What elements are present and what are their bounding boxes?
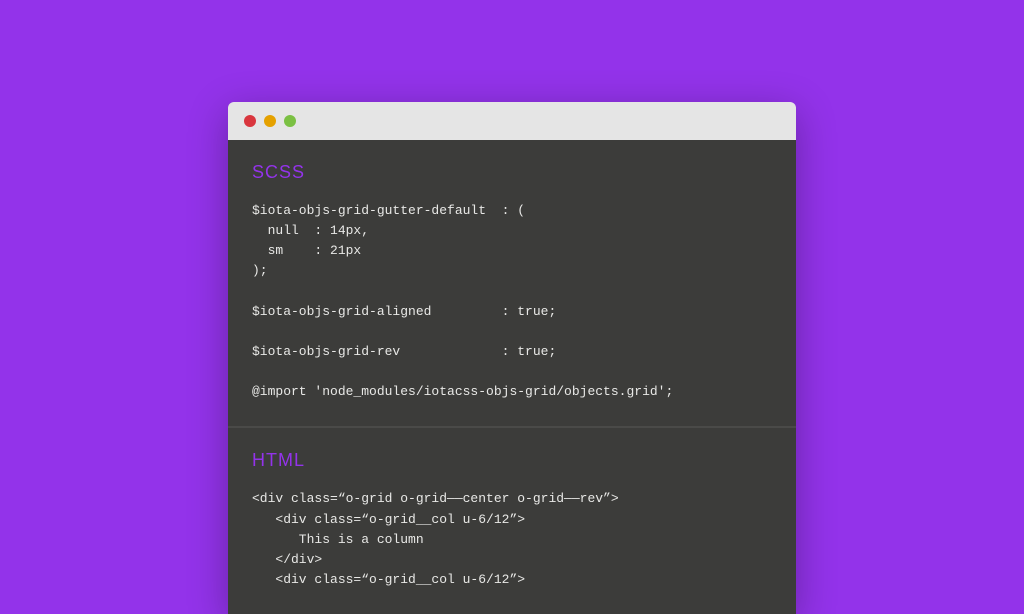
window-titlebar [228, 102, 796, 140]
code-window: SCSS $iota-objs-grid-gutter-default : ( … [228, 102, 796, 614]
close-icon[interactable] [244, 115, 256, 127]
html-panel: HTML <div class=“o-grid o-grid——center o… [228, 426, 796, 614]
html-section-title: HTML [252, 450, 772, 471]
html-code-block: <div class=“o-grid o-grid——center o-grid… [252, 489, 772, 590]
scss-code-block: $iota-objs-grid-gutter-default : ( null … [252, 201, 772, 402]
maximize-icon[interactable] [284, 115, 296, 127]
scss-section-title: SCSS [252, 162, 772, 183]
scss-panel: SCSS $iota-objs-grid-gutter-default : ( … [228, 140, 796, 426]
minimize-icon[interactable] [264, 115, 276, 127]
